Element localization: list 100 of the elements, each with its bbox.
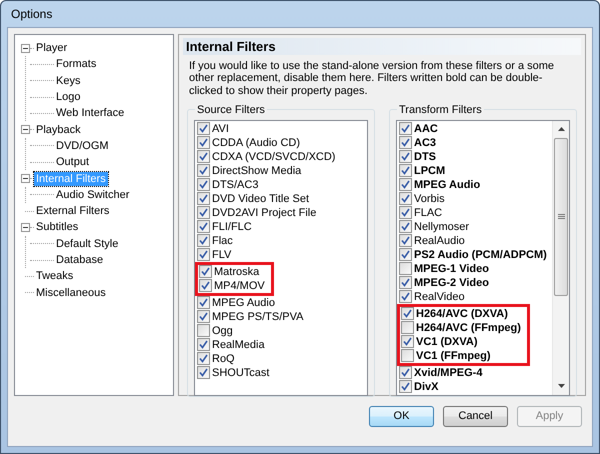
tree-item[interactable]: Keys (54, 74, 82, 88)
filter-label: DVD Video Title Set (212, 192, 310, 207)
collapse-icon[interactable] (21, 44, 30, 53)
filter-label: Ogg (212, 324, 233, 339)
tree-item[interactable]: Formats (54, 57, 98, 72)
tree-item[interactable]: Player (34, 41, 70, 56)
checkbox[interactable] (197, 234, 210, 248)
checkbox[interactable] (197, 206, 210, 220)
tree-item[interactable]: Output (54, 155, 92, 170)
filter-label: Nellymoser (414, 220, 470, 235)
filter-label: RealVideo (414, 290, 465, 305)
checkbox[interactable] (199, 265, 212, 278)
filter-label: VC1 (DXVA) (416, 334, 478, 350)
filter-label: Flac (212, 234, 233, 249)
dialog-button[interactable]: Cancel (443, 406, 508, 427)
checkbox[interactable] (197, 122, 210, 136)
filter-label: MPEG Audio (212, 296, 275, 311)
dialog-button[interactable]: OK (369, 406, 434, 427)
checkbox[interactable] (197, 164, 210, 178)
checkbox[interactable] (401, 321, 414, 334)
filter-label: MPEG-1 Video (414, 262, 489, 277)
filter-label: MPEG-2 Video (414, 276, 489, 291)
page-title: Internal Filters (183, 38, 581, 55)
checkbox[interactable] (401, 307, 414, 320)
filter-label: SHOUTcast (212, 366, 270, 381)
checkbox[interactable] (197, 352, 210, 366)
checkbox[interactable] (399, 164, 412, 178)
scrollbar[interactable] (552, 120, 569, 395)
checkbox[interactable] (197, 192, 210, 206)
collapse-icon[interactable] (21, 222, 30, 232)
filter-label: FLI/FLC (212, 220, 252, 235)
tree-item[interactable]: Default Style (54, 236, 120, 251)
tree-item[interactable]: Audio Switcher (54, 188, 132, 202)
checkbox[interactable] (197, 150, 210, 164)
checkbox[interactable] (197, 178, 210, 192)
scroll-down-icon[interactable] (558, 384, 564, 388)
checkbox[interactable] (199, 279, 212, 292)
tree-item[interactable]: Tweaks (34, 269, 76, 284)
filter-label: AC3 (414, 136, 436, 151)
scroll-up-icon[interactable] (558, 127, 564, 132)
tree-item[interactable]: Subtitles (34, 220, 80, 234)
checkbox[interactable] (399, 248, 412, 262)
filter-label: FLAC (414, 206, 442, 221)
filter-label: MPEG PS/TS/PVA (212, 310, 304, 325)
filter-label: AVI (212, 122, 229, 137)
tree-item[interactable]: External Filters (34, 204, 112, 218)
checkbox[interactable] (197, 220, 210, 234)
checkbox[interactable] (197, 136, 210, 150)
filter-label: CDXA (VCD/SVCD/XCD) (212, 150, 336, 165)
filter-label: MPEG Audio (414, 178, 480, 193)
checkbox[interactable] (197, 366, 210, 380)
filter-label: FLV (212, 248, 232, 263)
filter-label: VC1 (FFmpeg) (416, 348, 491, 364)
checkbox[interactable] (399, 262, 412, 276)
checkbox[interactable] (399, 192, 412, 206)
checkbox[interactable] (197, 296, 210, 310)
tree-item[interactable]: DVD/OGM (54, 138, 111, 153)
checkbox[interactable] (197, 338, 210, 352)
page-description: If you would like to use the stand-alone version from these filters or a some other replacement, disable them here. Filters written bold can be double-clicked to show their property pages. (189, 60, 556, 97)
filter-label: PS2 Audio (PCM/ADPCM) (414, 248, 547, 263)
checkbox[interactable] (399, 234, 412, 248)
scroll-thumb[interactable] (554, 138, 568, 296)
tree-item[interactable]: Web Interface (54, 106, 126, 120)
filter-label: RealAudio (414, 234, 465, 249)
tree-item[interactable]: Database (54, 253, 106, 267)
window-title: Options (11, 6, 52, 23)
filter-label: Matroska (214, 264, 260, 280)
filter-label: Vorbis (414, 192, 445, 207)
filter-label: H264/AVC (FFmpeg) (416, 320, 521, 336)
filter-label: MP4/MOV (214, 278, 265, 294)
filter-label: DivX (414, 380, 438, 395)
checkbox[interactable] (399, 276, 412, 290)
checkbox[interactable] (399, 366, 412, 380)
collapse-icon[interactable] (21, 174, 30, 184)
checkbox[interactable] (401, 349, 414, 362)
filter-label: DTS (414, 150, 436, 165)
filter-label: DTS/AC3 (212, 178, 258, 193)
grip-icon (558, 214, 564, 220)
checkbox[interactable] (399, 290, 412, 304)
checkbox[interactable] (197, 248, 210, 262)
filter-label: H264/AVC (DXVA) (416, 306, 508, 322)
checkbox[interactable] (399, 178, 412, 192)
tree-item[interactable]: Miscellaneous (34, 286, 108, 300)
checkbox[interactable] (401, 335, 414, 348)
filter-label: RoQ (212, 352, 235, 367)
filter-label: RealMedia (212, 338, 265, 353)
filter-label: DirectShow Media (212, 164, 302, 179)
checkbox[interactable] (399, 136, 412, 150)
tree-item[interactable]: Playback (34, 122, 83, 137)
checkbox[interactable] (399, 380, 412, 394)
checkbox[interactable] (197, 324, 210, 338)
checkbox[interactable] (399, 206, 412, 220)
checkbox[interactable] (399, 150, 412, 164)
filter-label: DVD2AVI Project File (212, 206, 316, 221)
tree-item[interactable]: Logo (54, 90, 82, 104)
checkbox[interactable] (399, 220, 412, 234)
collapse-icon[interactable] (21, 125, 30, 134)
checkbox[interactable] (197, 310, 210, 324)
filter-label: CDDA (Audio CD) (212, 136, 300, 151)
checkbox[interactable] (399, 122, 412, 136)
